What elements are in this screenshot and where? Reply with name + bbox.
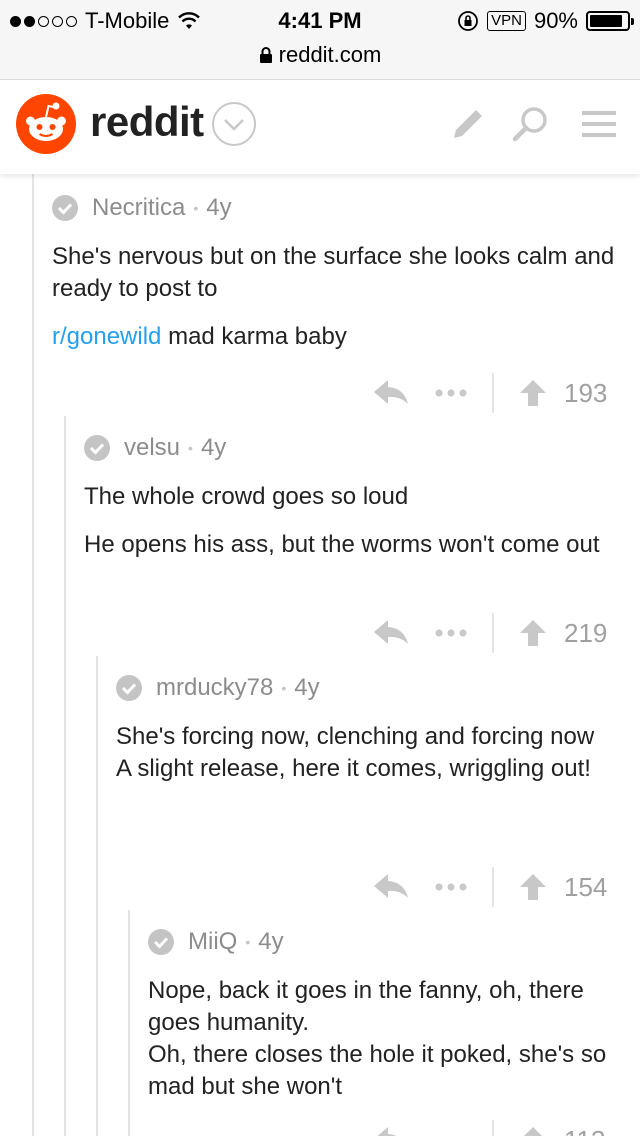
comment: mrducky78 • 4y She's forcing now, clench… — [116, 671, 606, 785]
comment: MiiQ • 4y Nope, back it goes in the fann… — [148, 925, 628, 1103]
action-divider — [492, 867, 494, 907]
chevron-down-icon[interactable] — [212, 102, 256, 146]
reply-icon[interactable] — [374, 380, 408, 406]
reddit-header: reddit — [0, 80, 640, 174]
comment-body: Nope, back it goes in the fanny, oh, the… — [148, 975, 628, 1103]
lock-icon — [259, 47, 272, 63]
address-bar[interactable]: reddit.com — [0, 40, 640, 70]
comment-thread: Necritica • 4y She's nervous but on the … — [0, 174, 640, 1136]
comment: Necritica • 4y She's nervous but on the … — [52, 191, 622, 353]
thread-indent-line — [128, 910, 130, 1136]
reddit-wordmark[interactable]: reddit — [90, 98, 204, 146]
comment-age: 4y — [206, 194, 232, 221]
comment-actions: 193 — [374, 373, 607, 413]
check-circle-icon — [116, 675, 142, 701]
reddit-logo[interactable] — [16, 94, 76, 154]
comment: velsu • 4y The whole crowd goes so loud … — [84, 431, 624, 561]
upvote-arrow-icon[interactable] — [520, 380, 546, 406]
ios-status-bar: T-Mobile 4:41 PM VPN 90% reddit.com — [0, 0, 640, 80]
thread-indent-line — [32, 174, 34, 1136]
comment-author[interactable]: velsu — [124, 434, 180, 462]
meta-separator: • — [188, 440, 193, 456]
comment-actions: 113 — [374, 1120, 605, 1136]
comment-actions: 154 — [374, 867, 607, 907]
comment-text: mad karma baby — [161, 323, 347, 350]
more-options-icon[interactable] — [434, 388, 468, 398]
action-divider — [492, 613, 494, 653]
comment-paragraph: The whole crowd goes so loud — [84, 483, 409, 510]
comment-author[interactable]: MiiQ — [188, 928, 237, 956]
comment-age: 4y — [258, 928, 284, 955]
meta-separator: • — [245, 934, 251, 950]
battery-icon — [586, 11, 634, 31]
reply-icon[interactable] — [374, 1127, 408, 1136]
comment-body: She's nervous but on the surface she loo… — [52, 241, 622, 353]
upvote-arrow-icon[interactable] — [520, 874, 546, 900]
search-icon[interactable] — [508, 102, 552, 146]
meta-separator: • — [193, 200, 199, 216]
comment-actions: 219 — [374, 613, 607, 653]
check-circle-icon — [84, 435, 110, 461]
comment-body: The whole crowd goes so loud He opens hi… — [84, 481, 624, 561]
comment-score: 219 — [564, 617, 608, 648]
upvote-arrow-icon[interactable] — [520, 1127, 546, 1136]
comment-author[interactable]: mrducky78 — [156, 674, 273, 702]
orientation-lock-icon — [458, 11, 479, 31]
more-options-icon[interactable] — [434, 628, 468, 638]
comment-paragraph: r/gonewild mad karma baby — [52, 321, 622, 353]
reply-icon[interactable] — [374, 874, 408, 900]
comment-score: 154 — [564, 871, 608, 902]
comment-meta: Necritica • 4y — [52, 191, 622, 225]
comment-meta: velsu • 4y — [84, 431, 624, 465]
check-circle-icon — [52, 195, 78, 221]
comment-age: 4y — [200, 434, 227, 461]
upvote-arrow-icon[interactable] — [520, 620, 546, 646]
comment-paragraph: She's forcing now, clenching and forcing… — [116, 723, 595, 782]
comment-paragraph: Nope, back it goes in the fanny, oh, the… — [148, 977, 607, 1100]
action-divider — [492, 1120, 494, 1136]
thread-indent-line — [64, 416, 66, 1136]
check-circle-icon — [148, 929, 174, 955]
pencil-icon[interactable] — [446, 102, 490, 146]
comment-author[interactable]: Necritica — [92, 194, 185, 222]
hamburger-menu-icon[interactable] — [578, 102, 622, 146]
reply-icon[interactable] — [374, 620, 408, 646]
battery-percent: 90% — [533, 8, 578, 33]
comment-paragraph: He opens his ass, but the worms won't co… — [84, 531, 600, 558]
thread-indent-line — [96, 656, 98, 1136]
meta-separator: • — [281, 680, 287, 696]
comment-score: 113 — [564, 1125, 605, 1136]
comment-age: 4y — [294, 674, 320, 701]
comment-score: 193 — [564, 377, 608, 408]
vpn-badge: VPN — [487, 11, 526, 31]
comment-paragraph: She's nervous but on the surface she loo… — [52, 243, 615, 302]
subreddit-link[interactable]: r/gonewild — [52, 323, 161, 350]
comment-meta: mrducky78 • 4y — [116, 671, 606, 705]
comment-body: She's forcing now, clenching and forcing… — [116, 721, 606, 785]
action-divider — [492, 373, 494, 413]
more-options-icon[interactable] — [434, 882, 468, 892]
comment-meta: MiiQ • 4y — [148, 925, 628, 959]
url-text: reddit.com — [278, 42, 382, 67]
